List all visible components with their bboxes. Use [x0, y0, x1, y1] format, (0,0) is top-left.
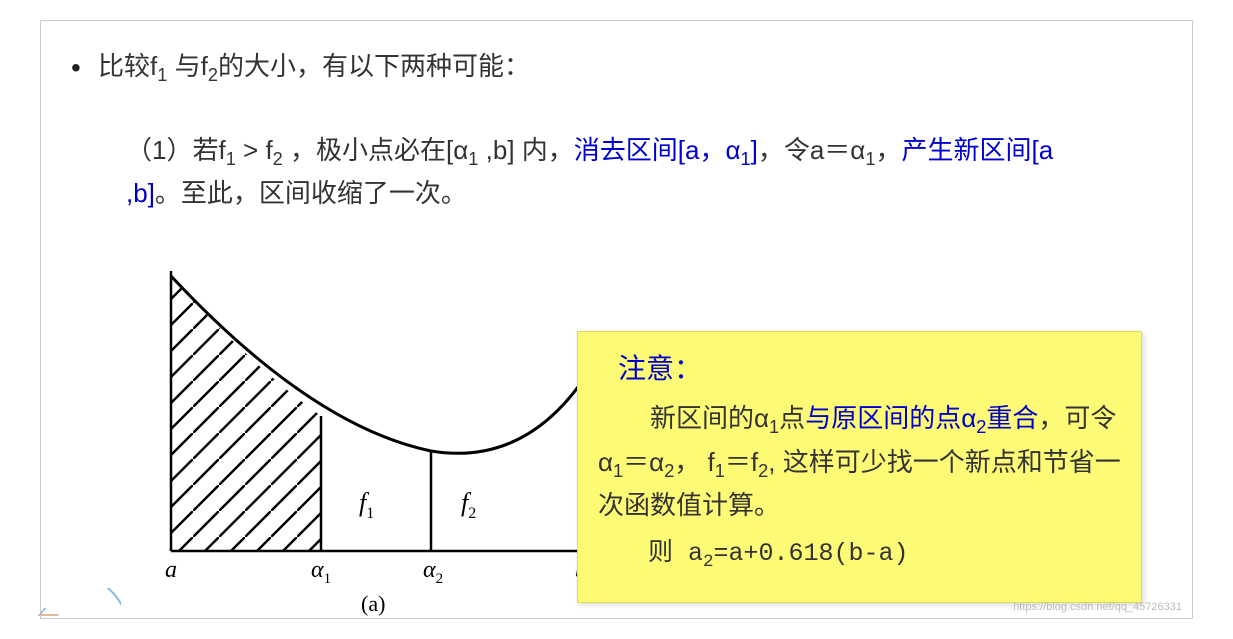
bullet-heading: • 比较f1 与f2的大小，有以下两种可能：: [71, 46, 1162, 86]
label-alpha1: α1: [311, 557, 331, 587]
bullet-dot: •: [71, 52, 81, 83]
n1b: 点: [779, 403, 805, 433]
bullet-text-1: 比较f: [98, 51, 157, 81]
p1g-pre: ，令a＝α: [758, 135, 866, 165]
n1g: ， f: [674, 447, 714, 477]
paragraph-1: （1）若f1 > f2 ，极小点必在[α1 ,b] 内，消去区间[a，α1]，令…: [126, 131, 1082, 212]
p1j: 。至此，区间收缩了一次。: [155, 178, 467, 208]
slide-container: • 比较f1 与f2的大小，有以下两种可能： （1）若f1 > f2 ，极小点必…: [40, 20, 1193, 619]
note-equation: 则 a2=a+0.618(b-a): [598, 535, 1121, 576]
p1a: （1）若f: [126, 135, 226, 165]
n1c-blue: 与原区间的点α2重合: [805, 403, 1038, 433]
bullet-text-2: 与f: [167, 51, 207, 81]
n1f: ＝α: [623, 447, 664, 477]
note-body: 新区间的α1点与原区间的点α2重合，可令α1＝α2， f1＝f2, 这样可少找一…: [598, 398, 1121, 525]
n1a: 新区间的α: [650, 403, 769, 433]
label-alpha2: α2: [423, 557, 443, 587]
p1c: ，极小点必在[α: [283, 135, 468, 165]
diagram-svg: f1 f2 a α1 α2 b (a): [141, 251, 601, 621]
diagram-caption: (a): [361, 591, 385, 616]
n1h: ＝f: [725, 447, 758, 477]
p1-blue1: 消去区间[a，α1]: [574, 135, 758, 165]
p1d: ,b] 内，: [478, 135, 573, 165]
watermark: https://blog.csdn.net/qq_45726331: [1013, 601, 1182, 613]
bullet-text-3: 的大小，有以下两种可能：: [218, 51, 530, 81]
label-a: a: [165, 557, 177, 583]
note-title: 注意：: [618, 347, 1121, 390]
note-box: 注意： 新区间的α1点与原区间的点α2重合，可令α1＝α2， f1＝f2, 这样…: [577, 331, 1142, 603]
label-f2: f2: [461, 488, 476, 522]
diagram-figure: f1 f2 a α1 α2 b (a): [141, 251, 601, 621]
p1b: > f: [236, 135, 273, 165]
label-f1: f1: [359, 488, 374, 522]
p1h: ，: [875, 135, 901, 165]
